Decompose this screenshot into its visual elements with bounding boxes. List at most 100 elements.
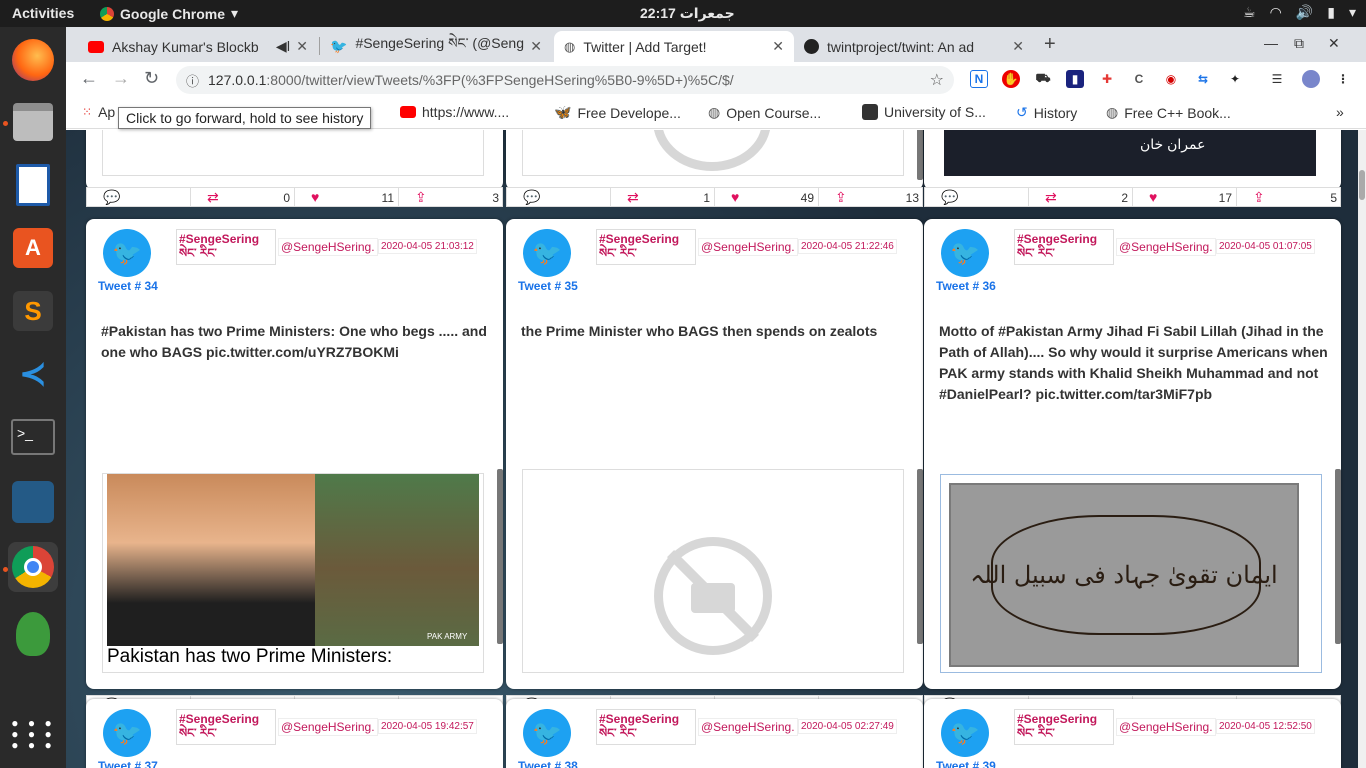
tweet-handle[interactable]: @SengeHSering. (278, 718, 378, 736)
tweet-handle[interactable]: @SengeHSering. (278, 238, 378, 256)
reply-cell[interactable]: 💬 (925, 188, 1029, 206)
app-menu[interactable]: Google Chrome ▾ (100, 5, 238, 22)
reload-button[interactable]: ↻ (144, 68, 159, 89)
close-icon[interactable]: ✕ (296, 38, 308, 55)
page-scrollbar[interactable] (1358, 130, 1366, 768)
bookmark-label: University of S... (884, 104, 986, 120)
share-cell[interactable]: ⇪ 13 (819, 188, 923, 206)
tweet-hashtag[interactable]: #SengeSering སེང་ རིང་ (1014, 229, 1114, 265)
scrollbar-thumb[interactable] (1359, 170, 1365, 200)
tweet-date: 2020-04-05 19:42:57 (378, 719, 477, 734)
url-text[interactable]: 127.0.0.1:8000/twitter/viewTweets/%3FP(%… (208, 72, 734, 88)
bookmark-open-course[interactable]: ◍ Open Course... (708, 104, 821, 121)
retweet-cell[interactable]: ⇄2 (1029, 188, 1133, 206)
tweet-handle[interactable]: @SengeHSering. (698, 238, 798, 256)
maximize-button[interactable]: ⧉ (1294, 35, 1304, 52)
tab-akshay[interactable]: Akshay Kumar's Blockb ◀ǀ ✕ (78, 31, 318, 62)
tweet-handle[interactable]: @SengeHSering. (1116, 718, 1216, 736)
clock[interactable]: 22:17 جمعرات (640, 5, 735, 22)
media-scrollbar[interactable] (1335, 469, 1341, 644)
chrome-window: Akshay Kumar's Blockb ◀ǀ ✕ 🐦 #SengeSerin… (66, 27, 1366, 768)
back-button[interactable]: ← (80, 68, 98, 89)
firefox-icon[interactable] (8, 35, 58, 85)
close-icon[interactable]: ✕ (530, 38, 542, 55)
adblock-icon[interactable]: ✋ (1002, 70, 1020, 88)
share-cell[interactable]: ⇪ 5 (1237, 188, 1341, 206)
bookmark-star-icon[interactable]: ☆ (930, 70, 944, 90)
retweet-count: 0 (283, 191, 290, 205)
close-icon[interactable]: ✕ (1012, 38, 1024, 55)
extension-badge-icon[interactable]: ✚ (1098, 70, 1116, 88)
tweet-hashtag[interactable]: #SengeSering སེང་ རིང་ (176, 229, 276, 265)
chrome-icon[interactable] (8, 542, 58, 592)
bookmark-apps[interactable]: ⁙ Ap (82, 104, 115, 120)
software-center-icon[interactable]: A (8, 223, 58, 273)
retweet-cell[interactable]: ⇄1 (611, 188, 715, 206)
new-tab-button[interactable]: + (1044, 33, 1056, 56)
files-icon[interactable] (8, 97, 58, 147)
share-cell[interactable]: ⇪3 (399, 188, 503, 206)
lastpass-icon[interactable]: ◉ (1162, 70, 1180, 88)
tweet-number: Tweet # 39 (936, 759, 996, 768)
bookmark-history[interactable]: ↺ History (1016, 104, 1077, 121)
address-bar[interactable]: ⓘ 127.0.0.1:8000/twitter/viewTweets/%3FP… (176, 66, 954, 94)
reading-list-icon[interactable]: ☰ (1268, 70, 1286, 88)
tweet-hashtag[interactable]: #SengeSering སེང་ རིང་ (1014, 709, 1114, 745)
tab-senge-twitter[interactable]: 🐦 #SengeSering སེང་ (@Seng ✕ (320, 31, 552, 62)
tweet-card: 🐦 Tweet # 36 #SengeSering སེང་ རིང་ @Sen… (924, 219, 1341, 689)
tweet-media[interactable] (522, 469, 904, 673)
cup-icon[interactable]: ☕ (1243, 4, 1256, 21)
bookmark-free-cpp[interactable]: ◍ Free C++ Book... (1106, 104, 1231, 121)
bookmark-university[interactable]: University of S... (862, 104, 986, 120)
tweet-date: 2020-04-05 21:03:12 (378, 239, 477, 254)
tweet-hashtag[interactable]: #SengeSering སེང་ རིང་ (596, 229, 696, 265)
media-scrollbar[interactable] (917, 130, 923, 180)
menu-kebab-icon[interactable]: ⋮ (1334, 70, 1352, 88)
extension-gnome-icon[interactable]: ✦ (1226, 70, 1244, 88)
extension-car-icon[interactable]: ⛟ (1034, 70, 1052, 88)
extension-n-icon[interactable]: N (970, 70, 988, 88)
postman-icon[interactable] (8, 609, 58, 659)
tweet-hashtag[interactable]: #SengeSering སེང་ རིང་ (176, 709, 276, 745)
media-scrollbar[interactable] (497, 469, 503, 644)
like-cell[interactable]: ♥ 17 (1133, 188, 1237, 206)
bookmark-youtube[interactable]: https://www.... (400, 104, 509, 120)
libreoffice-impress-icon[interactable] (8, 160, 58, 210)
activities-button[interactable]: Activities (12, 5, 74, 21)
tab-title: twintproject/twint: An ad (827, 38, 975, 55)
like-cell[interactable]: ♥ 49 (715, 188, 819, 206)
terminal-icon[interactable]: >_ (8, 412, 58, 462)
vscode-icon[interactable]: ≺ (8, 349, 58, 399)
tweet-media (522, 130, 904, 176)
tweet-media[interactable]: PAK ARMY Pakistan has two Prime Minister… (102, 473, 484, 673)
tweet-handle[interactable]: @SengeHSering. (1116, 238, 1216, 256)
system-tray[interactable]: ☕ ◠ 🔊 ▮ ▾ (1243, 4, 1356, 21)
mysql-workbench-icon[interactable] (8, 477, 58, 527)
audio-icon[interactable]: ◀ǀ (276, 38, 290, 55)
extension-c-icon[interactable]: C (1130, 70, 1148, 88)
close-icon[interactable]: ✕ (772, 38, 784, 55)
bookmarks-overflow-icon[interactable]: » (1336, 104, 1344, 120)
minimize-button[interactable]: — (1264, 35, 1278, 51)
reply-cell[interactable]: 💬 (507, 188, 611, 206)
bookmark-free-developer[interactable]: 🦋 Free Develope... (554, 104, 681, 121)
chart-extension-icon[interactable]: ▮ (1066, 70, 1084, 88)
retweet-cell[interactable]: ⇄0 (191, 188, 295, 206)
avatar[interactable] (1302, 70, 1320, 88)
tweet-card: 🐦 Tweet # 38 #SengeSering སེང་ རིང་ @Sen… (506, 699, 923, 768)
like-cell[interactable]: ♥ 11 (295, 188, 399, 206)
window-close-button[interactable]: ✕ (1328, 35, 1340, 52)
show-applications-icon[interactable]: ● ● ● ● ● ● ● ● ● (8, 709, 58, 759)
reply-cell[interactable]: 💬 (87, 188, 191, 206)
sublime-text-icon[interactable]: S (8, 286, 58, 336)
tab-add-target[interactable]: ◍ Twitter | Add Target! ✕ (554, 31, 794, 62)
tweet-handle[interactable]: @SengeHSering. (698, 718, 798, 736)
tab-twint-github[interactable]: twintproject/twint: An ad ✕ (794, 31, 1034, 62)
info-icon[interactable]: ⓘ (186, 71, 199, 90)
forward-button[interactable]: → (112, 68, 130, 89)
media-scrollbar[interactable] (917, 469, 923, 644)
sync-extension-icon[interactable]: ⇆ (1194, 70, 1212, 88)
twitter-icon: 🐦 (330, 38, 348, 54)
tweet-media[interactable]: ایمان تقویٰ جہاد فی سبیل اللہ (940, 474, 1322, 673)
tweet-hashtag[interactable]: #SengeSering སེང་ རིང་ (596, 709, 696, 745)
